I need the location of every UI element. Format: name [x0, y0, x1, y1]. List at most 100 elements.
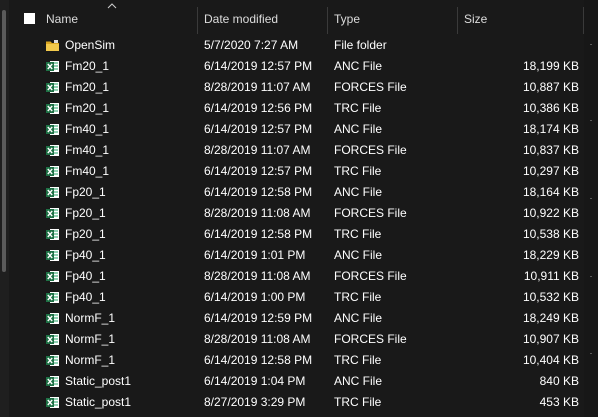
- file-size: 10,532 KB: [522, 290, 579, 304]
- excel-file-icon: [45, 248, 60, 263]
- file-date-modified: 8/28/2019 11:07 AM: [204, 143, 311, 157]
- excel-file-icon: [45, 227, 60, 242]
- file-type: FORCES File: [334, 269, 407, 283]
- file-name: NormF_1: [65, 332, 116, 346]
- file-type: File folder: [334, 38, 387, 52]
- file-row[interactable]: NormF_1 6/14/2019 12:58 PM TRC File 10,404 …: [0, 350, 584, 371]
- column-header-bar: Name Date modified Type Size: [0, 0, 598, 36]
- excel-file-icon: [45, 374, 60, 389]
- file-row[interactable]: Fm40_1 8/28/2019 11:07 AM FORCES File 10,83…: [0, 140, 584, 161]
- file-date-modified: 6/14/2019 12:57 PM: [204, 59, 313, 73]
- file-type: TRC File: [334, 227, 382, 241]
- excel-file-icon: [45, 353, 60, 368]
- file-type: ANC File: [334, 374, 383, 388]
- file-row[interactable]: Fp40_1 8/28/2019 11:08 AM FORCES File 10,91…: [0, 266, 584, 287]
- file-row[interactable]: Static_post1 6/14/2019 1:04 PM ANC File 840…: [0, 371, 584, 392]
- excel-file-icon: [45, 395, 60, 410]
- file-type: TRC File: [334, 101, 382, 115]
- folder-icon: [45, 38, 60, 53]
- file-size: 840 KB: [539, 374, 579, 388]
- column-header-type[interactable]: Type: [334, 0, 360, 36]
- file-name: Fp20_1: [65, 206, 106, 220]
- file-name: Fp40_1: [65, 269, 106, 283]
- file-list-scrollbar[interactable]: [584, 0, 598, 417]
- file-size: 18,229 KB: [522, 248, 579, 262]
- excel-file-icon: [45, 185, 60, 200]
- file-type: FORCES File: [334, 80, 407, 94]
- file-date-modified: 6/14/2019 12:58 PM: [204, 227, 313, 241]
- file-type: TRC File: [334, 164, 382, 178]
- file-row[interactable]: Fm20_1 6/14/2019 12:56 PM TRC File 10,386 K…: [0, 98, 584, 119]
- file-date-modified: 8/28/2019 11:07 AM: [204, 80, 311, 94]
- file-type: TRC File: [334, 395, 382, 409]
- excel-file-icon: [45, 164, 60, 179]
- file-date-modified: 6/14/2019 1:04 PM: [204, 374, 306, 388]
- scrollbar-marker: [590, 353, 592, 354]
- file-size: 18,249 KB: [522, 311, 579, 325]
- file-date-modified: 6/14/2019 12:59 PM: [204, 311, 313, 325]
- file-row[interactable]: Fp20_1 6/14/2019 12:58 PM ANC File 18,164 K…: [0, 182, 584, 203]
- file-row[interactable]: NormF_1 8/28/2019 11:08 AM FORCES File 10,9…: [0, 329, 584, 350]
- file-name: Fm20_1: [65, 80, 110, 94]
- file-type: ANC File: [334, 185, 383, 199]
- file-row[interactable]: OpenSim 5/7/2020 7:27 AM File folder: [0, 35, 584, 56]
- file-row[interactable]: Fm40_1 6/14/2019 12:57 PM TRC File 10,297 K…: [0, 161, 584, 182]
- scrollbar-marker: [590, 276, 592, 277]
- column-divider[interactable]: [197, 7, 198, 34]
- file-size: 18,174 KB: [522, 122, 579, 136]
- file-name: OpenSim: [65, 38, 116, 52]
- scrollbar-marker: [590, 198, 592, 199]
- file-row[interactable]: Fm40_1 6/14/2019 12:57 PM ANC File 18,174 K…: [0, 119, 584, 140]
- file-size: 10,907 KB: [522, 332, 579, 346]
- excel-file-icon: [45, 122, 60, 137]
- file-date-modified: 6/14/2019 12:58 PM: [204, 185, 313, 199]
- file-size: 10,887 KB: [522, 80, 579, 94]
- excel-file-icon: [45, 311, 60, 326]
- file-row[interactable]: Fp40_1 6/14/2019 1:01 PM ANC File 18,229 KB: [0, 245, 584, 266]
- file-name: Fm40_1: [65, 164, 110, 178]
- file-type: FORCES File: [334, 332, 407, 346]
- excel-file-icon: [45, 80, 60, 95]
- excel-file-icon: [45, 269, 60, 284]
- file-name: Fm20_1: [65, 59, 110, 73]
- file-date-modified: 6/14/2019 12:57 PM: [204, 164, 313, 178]
- file-row[interactable]: Fp20_1 8/28/2019 11:08 AM FORCES File 10,92…: [0, 203, 584, 224]
- file-size: 453 KB: [539, 395, 579, 409]
- file-type: ANC File: [334, 59, 383, 73]
- file-type: TRC File: [334, 290, 382, 304]
- file-type: ANC File: [334, 122, 383, 136]
- file-date-modified: 5/7/2020 7:27 AM: [204, 38, 299, 52]
- file-name: Fp20_1: [65, 227, 106, 241]
- file-size: 10,297 KB: [522, 164, 579, 178]
- file-date-modified: 8/28/2019 11:08 AM: [204, 332, 311, 346]
- file-size: 18,199 KB: [522, 59, 579, 73]
- file-row[interactable]: Fp40_1 6/14/2019 1:00 PM TRC File 10,532 KB: [0, 287, 584, 308]
- file-size: 18,164 KB: [522, 185, 579, 199]
- file-name: Fm20_1: [65, 101, 110, 115]
- file-date-modified: 8/27/2019 3:29 PM: [204, 395, 306, 409]
- file-date-modified: 6/14/2019 12:56 PM: [204, 101, 313, 115]
- column-divider[interactable]: [457, 7, 458, 34]
- column-divider[interactable]: [327, 7, 328, 34]
- file-size: 10,538 KB: [522, 227, 579, 241]
- file-date-modified: 6/14/2019 12:58 PM: [204, 353, 313, 367]
- file-row[interactable]: Fp20_1 6/14/2019 12:58 PM TRC File 10,538 K…: [0, 224, 584, 245]
- file-name: NormF_1: [65, 311, 116, 325]
- file-row[interactable]: Fm20_1 6/14/2019 12:57 PM ANC File 18,199 K…: [0, 56, 584, 77]
- file-type: FORCES File: [334, 143, 407, 157]
- scrollbar-marker: [590, 120, 592, 121]
- file-row[interactable]: NormF_1 6/14/2019 12:59 PM ANC File 18,249 …: [0, 308, 584, 329]
- excel-file-icon: [45, 143, 60, 158]
- file-row[interactable]: Fm20_1 8/28/2019 11:07 AM FORCES File 10,88…: [0, 77, 584, 98]
- excel-file-icon: [45, 290, 60, 305]
- file-type: ANC File: [334, 311, 383, 325]
- column-header-date-modified[interactable]: Date modified: [204, 0, 278, 36]
- file-name: Static_post1: [65, 374, 132, 388]
- file-size: 10,404 KB: [522, 353, 579, 367]
- file-name: Fm40_1: [65, 122, 110, 136]
- column-header-size[interactable]: Size: [464, 0, 487, 36]
- file-type: ANC File: [334, 248, 383, 262]
- select-all-checkbox[interactable]: [24, 13, 35, 24]
- file-row[interactable]: Static_post1 8/27/2019 3:29 PM TRC File 453…: [0, 392, 584, 413]
- column-header-name[interactable]: Name: [46, 0, 78, 36]
